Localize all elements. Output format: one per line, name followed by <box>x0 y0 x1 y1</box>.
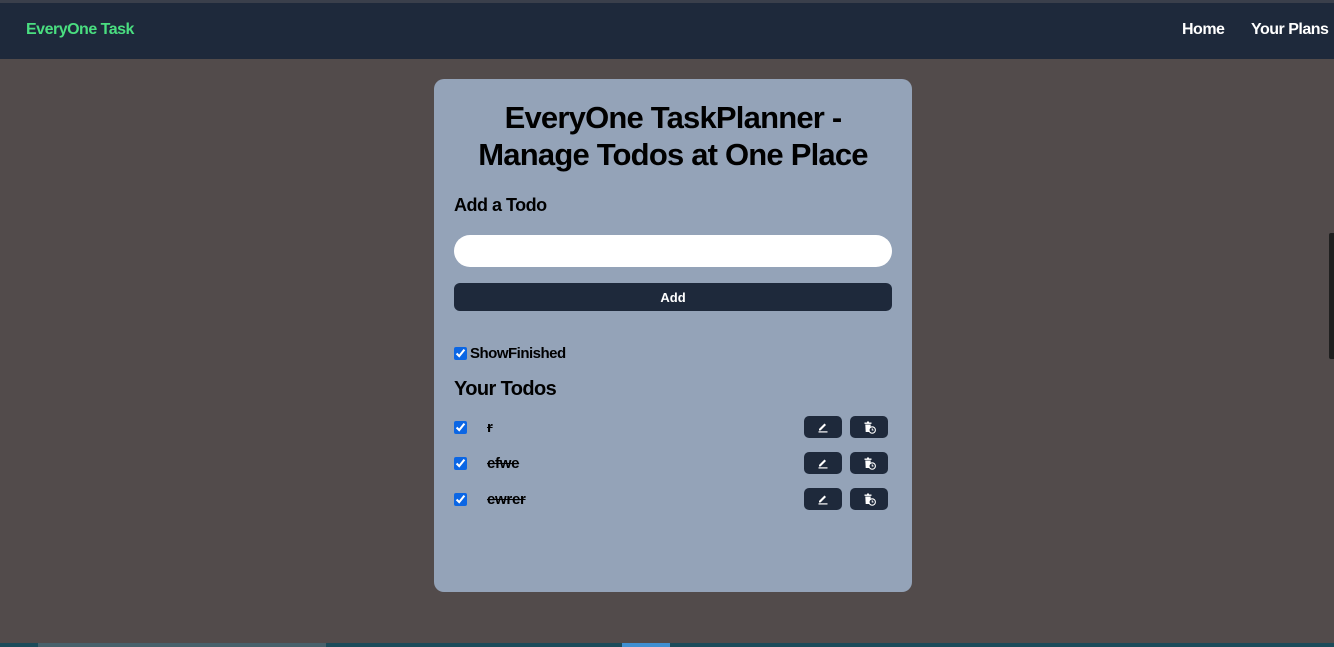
todo-text: efwe <box>487 455 520 472</box>
todo-text: r <box>487 419 493 436</box>
navbar: EveryOne Task Home Your Plans <box>0 3 1334 59</box>
todo-item: ewrer <box>454 488 888 512</box>
side-panel-handle[interactable] <box>1329 233 1334 359</box>
todo-item: efwe <box>454 452 888 476</box>
pencil-icon <box>818 495 828 505</box>
delete-button[interactable] <box>850 416 888 438</box>
todo-card: EveryOne TaskPlanner - Manage Todos at O… <box>434 79 912 592</box>
todo-text: ewrer <box>487 491 526 508</box>
trash-icon <box>864 421 876 434</box>
todo-checkbox[interactable] <box>454 493 467 506</box>
taskbar-item[interactable] <box>38 643 326 647</box>
trash-icon <box>864 493 876 506</box>
delete-button[interactable] <box>850 488 888 510</box>
show-finished-toggle[interactable]: ShowFinished <box>454 345 566 362</box>
pencil-icon <box>818 459 828 469</box>
edit-button[interactable] <box>804 452 842 474</box>
your-todos-heading: Your Todos <box>454 378 557 400</box>
delete-button[interactable] <box>850 452 888 474</box>
show-finished-label: ShowFinished <box>470 345 566 362</box>
show-finished-checkbox[interactable] <box>454 347 467 360</box>
todo-input[interactable] <box>454 235 892 267</box>
todo-checkbox[interactable] <box>454 457 467 470</box>
add-todo-heading: Add a Todo <box>454 195 547 215</box>
page-title: EveryOne TaskPlanner - Manage Todos at O… <box>478 100 868 172</box>
trash-icon <box>864 457 876 470</box>
brand-logo[interactable]: EveryOne Task <box>26 21 134 39</box>
nav-link-home[interactable]: Home <box>1182 21 1225 39</box>
edit-button[interactable] <box>804 488 842 510</box>
todo-item: r <box>454 416 888 440</box>
edit-button[interactable] <box>804 416 842 438</box>
todo-checkbox[interactable] <box>454 421 467 434</box>
taskbar-item-active[interactable] <box>622 643 670 647</box>
add-button[interactable]: Add <box>454 283 892 311</box>
nav-link-your-plans[interactable]: Your Plans <box>1251 21 1329 39</box>
pencil-icon <box>818 423 828 433</box>
